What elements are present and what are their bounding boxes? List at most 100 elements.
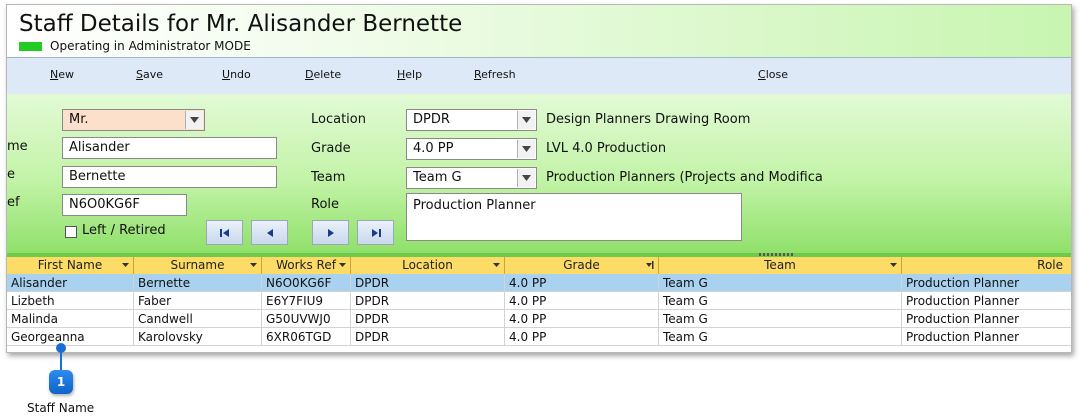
title-bar: Staff Details for Mr. Alisander Bernette… — [7, 5, 1071, 57]
table-row[interactable]: Alisander Bernette N6O0KG6F DPDR 4.0 PP … — [7, 274, 1071, 292]
help-button[interactable]: Help — [397, 68, 422, 81]
column-header-first-name[interactable]: First Name — [7, 257, 134, 274]
cell-location: DPDR — [351, 328, 505, 346]
table-row-partial[interactable] — [7, 346, 1071, 352]
first-name-label: me — [7, 139, 28, 154]
cell-location: DPDR — [351, 274, 505, 292]
filter-dropdown-icon[interactable] — [122, 263, 129, 267]
first-record-icon — [219, 228, 229, 237]
staff-form: me e ef Mr. Alisander Bernette N6O0KG6F … — [7, 94, 1071, 253]
grade-description: LVL 4.0 Production — [546, 141, 667, 156]
location-description: Design Planners Drawing Room — [546, 112, 751, 127]
last-record-icon — [371, 228, 381, 237]
cell-grade: 4.0 PP — [505, 328, 659, 346]
sort-filter-icon[interactable] — [646, 261, 654, 269]
surname-label: e — [7, 167, 15, 182]
refresh-button[interactable]: Refresh — [474, 68, 516, 81]
cell-team: Team G — [659, 292, 902, 310]
next-record-icon — [327, 228, 334, 237]
cell-role: Production Planner — [906, 330, 1020, 344]
new-button[interactable]: New — [50, 68, 74, 81]
cell-location: DPDR — [351, 292, 505, 310]
grade-label: Grade — [311, 141, 351, 156]
cell-first-name: Malinda — [7, 310, 134, 328]
cell-surname: Karolovsky — [134, 328, 262, 346]
cell-works-ref: 6XR06TGD — [262, 328, 351, 346]
works-ref-label: ef — [7, 195, 20, 210]
cell-works-ref: N6O0KG6F — [262, 274, 351, 292]
cell-grade: 4.0 PP — [505, 310, 659, 328]
staff-grid: First Name Surname Works Ref Location Gr… — [7, 257, 1071, 352]
cell-role: Production Planner — [906, 312, 1020, 326]
cell-location: DPDR — [351, 310, 505, 328]
column-header-works-ref[interactable]: Works Ref — [262, 257, 351, 274]
filter-dropdown-icon[interactable] — [250, 263, 257, 267]
cell-surname: Bernette — [134, 274, 262, 292]
cell-first-name: Georgeanna — [7, 328, 134, 346]
location-combo[interactable]: DPDR — [406, 109, 537, 131]
undo-button[interactable]: Undo — [222, 68, 251, 81]
grade-value: 4.0 PP — [413, 141, 454, 156]
cell-surname: Faber — [134, 292, 262, 310]
role-textarea[interactable]: Production Planner — [406, 193, 742, 241]
save-button[interactable]: Save — [136, 68, 163, 81]
grade-combo[interactable]: 4.0 PP — [406, 138, 537, 160]
column-header-location[interactable]: Location — [351, 257, 505, 274]
previous-record-button[interactable] — [251, 220, 288, 245]
mode-text: Operating in Administrator MODE — [50, 39, 251, 53]
surname-field[interactable]: Bernette — [62, 166, 277, 188]
callout-badge: 1 — [49, 370, 73, 394]
callout-caption: Staff Name — [27, 401, 95, 415]
last-record-button[interactable] — [357, 220, 394, 245]
team-combo[interactable]: Team G — [406, 167, 537, 189]
location-value: DPDR — [413, 112, 450, 127]
splitter-grip[interactable] — [759, 253, 793, 256]
team-label: Team — [311, 170, 346, 185]
cell-grade: 4.0 PP — [505, 292, 659, 310]
cell-team: Team G — [659, 274, 902, 292]
team-value: Team G — [413, 170, 462, 185]
team-description: Production Planners (Projects and Modifi… — [546, 170, 823, 185]
table-row[interactable]: Georgeanna Karolovsky 6XR06TGD DPDR 4.0 … — [7, 328, 1071, 346]
chevron-down-icon[interactable] — [517, 169, 535, 187]
chevron-down-icon[interactable] — [517, 140, 535, 158]
table-row[interactable]: Lizbeth Faber E6Y7FIU9 DPDR 4.0 PP Team … — [7, 292, 1071, 310]
next-record-button[interactable] — [312, 220, 349, 245]
cell-first-name: Lizbeth — [7, 292, 134, 310]
cell-role: Production Planner — [906, 276, 1020, 290]
window-title: Staff Details for Mr. Alisander Bernette — [19, 11, 463, 37]
staff-details-window: Staff Details for Mr. Alisander Bernette… — [6, 4, 1072, 353]
cell-grade: 4.0 PP — [505, 274, 659, 292]
chevron-down-icon[interactable] — [517, 111, 535, 129]
first-name-field[interactable]: Alisander — [62, 137, 277, 159]
cell-works-ref: G50UVWJ0 — [262, 310, 351, 328]
cell-role: Production Planner — [906, 294, 1020, 308]
previous-record-icon — [266, 228, 273, 237]
column-header-grade[interactable]: Grade — [505, 257, 659, 274]
filter-dropdown-icon[interactable] — [890, 263, 897, 267]
callout-line — [60, 348, 62, 370]
filter-dropdown-icon[interactable] — [339, 263, 346, 267]
column-header-team[interactable]: Team — [659, 257, 902, 274]
cell-team: Team G — [659, 328, 902, 346]
column-header-role[interactable]: Role — [902, 257, 1071, 274]
first-record-button[interactable] — [206, 220, 243, 245]
title-combo[interactable]: Mr. — [62, 109, 205, 131]
left-retired-checkbox[interactable] — [65, 226, 77, 238]
cell-works-ref: E6Y7FIU9 — [262, 292, 351, 310]
table-row[interactable]: Malinda Candwell G50UVWJ0 DPDR 4.0 PP Te… — [7, 310, 1071, 328]
toolbar: New Save Undo Delete Help Refresh Close — [7, 57, 1071, 95]
filter-dropdown-icon[interactable] — [493, 263, 500, 267]
role-label: Role — [311, 197, 340, 212]
grid-header: First Name Surname Works Ref Location Gr… — [7, 257, 1071, 275]
chevron-down-icon[interactable] — [185, 111, 203, 129]
works-ref-field[interactable]: N6O0KG6F — [62, 194, 187, 216]
delete-button[interactable]: Delete — [305, 68, 341, 81]
mode-indicator — [19, 42, 42, 51]
close-button[interactable]: Close — [758, 68, 788, 81]
column-header-surname[interactable]: Surname — [134, 257, 262, 274]
left-retired-label: Left / Retired — [82, 223, 166, 238]
cell-first-name: Alisander — [7, 274, 134, 292]
cell-team: Team G — [659, 310, 902, 328]
title-value: Mr. — [69, 112, 89, 127]
